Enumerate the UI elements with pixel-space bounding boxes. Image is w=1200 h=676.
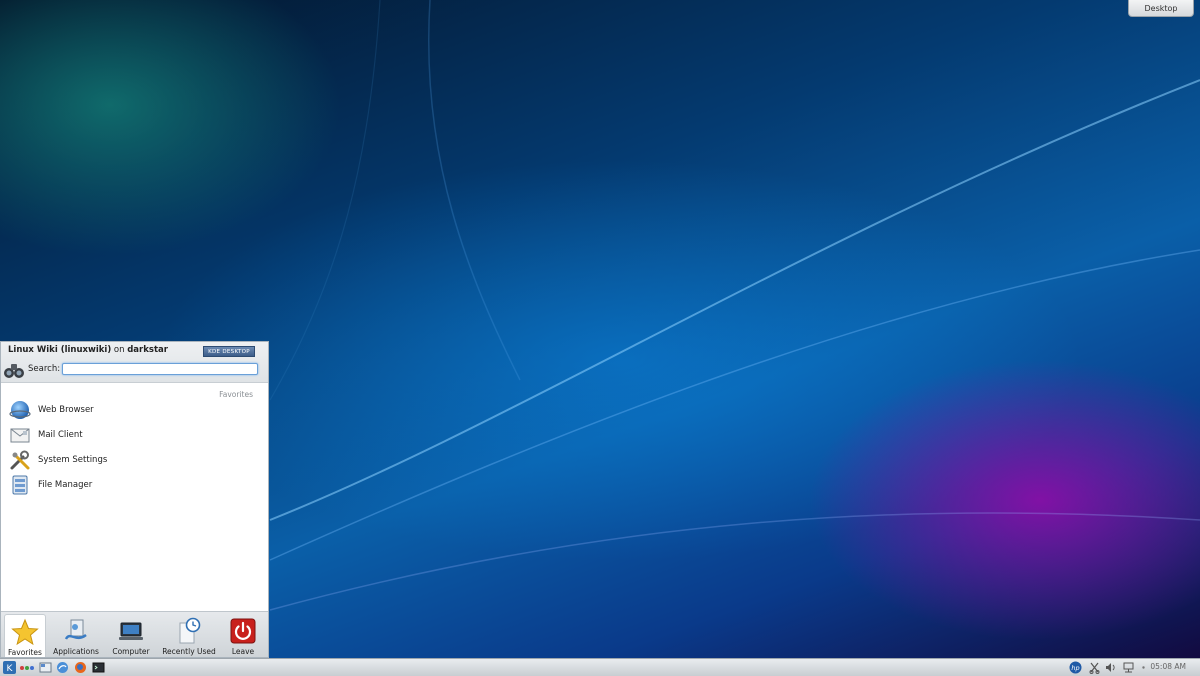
tab-recently-used[interactable]: Recently Used [161, 614, 217, 656]
tab-favorites[interactable]: Favorites [4, 614, 46, 657]
tray-expand-icon[interactable] [1140, 661, 1147, 674]
web-browser-icon [9, 401, 31, 419]
tab-applications[interactable]: Applications [51, 614, 101, 656]
terminal-icon[interactable] [92, 661, 105, 674]
search-input[interactable] [62, 363, 258, 375]
recently-used-icon [179, 617, 201, 644]
favorite-mail-client[interactable]: Mail Client [9, 424, 259, 446]
activity-manager-icon[interactable] [19, 661, 35, 674]
kde-launcher-icon[interactable]: K [3, 661, 16, 674]
favorite-label: File Manager [38, 480, 93, 490]
favorite-label: Mail Client [38, 430, 83, 440]
star-icon [11, 618, 39, 646]
desktop-pager-icon[interactable] [39, 661, 52, 674]
binoculars-icon [4, 364, 24, 378]
firefox-icon[interactable] [74, 661, 87, 674]
volume-icon[interactable] [1104, 661, 1117, 674]
svg-text:hp: hp [1071, 664, 1079, 672]
tab-leave[interactable]: Leave [225, 614, 261, 656]
on-text: on [113, 345, 125, 355]
launcher-header: Linux Wiki (linuxwiki) on darkstar KDE D… [1, 342, 268, 383]
tab-label: Computer [112, 647, 150, 656]
favorite-system-settings[interactable]: System Settings [9, 449, 259, 471]
computer-icon [119, 622, 143, 640]
taskbar-panel: K hp 05:08 AM [0, 658, 1200, 676]
favorite-label: Web Browser [38, 405, 94, 415]
kde-logo: KDE DESKTOP [203, 346, 255, 357]
system-settings-icon [10, 450, 30, 470]
tab-label: Leave [231, 647, 255, 656]
file-manager-icon [12, 475, 28, 495]
hp-icon[interactable]: hp [1067, 661, 1084, 674]
clock[interactable]: 05:08 AM [1150, 662, 1186, 671]
tab-label: Favorites [8, 648, 42, 657]
user-name: Linux Wiki (linuxwiki) [8, 345, 112, 355]
user-info: Linux Wiki (linuxwiki) on darkstar [8, 345, 168, 355]
favorite-file-manager[interactable]: File Manager [9, 474, 259, 496]
favorite-web-browser[interactable]: Web Browser [9, 399, 259, 421]
mail-client-icon [10, 428, 30, 443]
search-row: Search: [3, 360, 265, 380]
network-icon[interactable] [1122, 661, 1135, 674]
launcher-tab-bar: Favorites Applications Computer Recently… [1, 611, 268, 657]
favorite-label: System Settings [38, 455, 108, 465]
applications-icon [64, 619, 87, 640]
dolphin-icon[interactable] [56, 661, 69, 674]
tab-label: Applications [53, 647, 99, 656]
power-icon [230, 618, 256, 644]
klipper-icon[interactable] [1088, 661, 1101, 674]
host-name: darkstar [127, 345, 168, 355]
tab-computer[interactable]: Computer [109, 614, 153, 656]
search-label: Search: [28, 364, 61, 374]
tab-label: Recently Used [162, 647, 216, 656]
section-heading: Favorites [219, 390, 253, 399]
application-launcher-menu: Linux Wiki (linuxwiki) on darkstar KDE D… [0, 341, 269, 658]
desktop-toolbox-button[interactable]: Desktop [1128, 0, 1194, 17]
